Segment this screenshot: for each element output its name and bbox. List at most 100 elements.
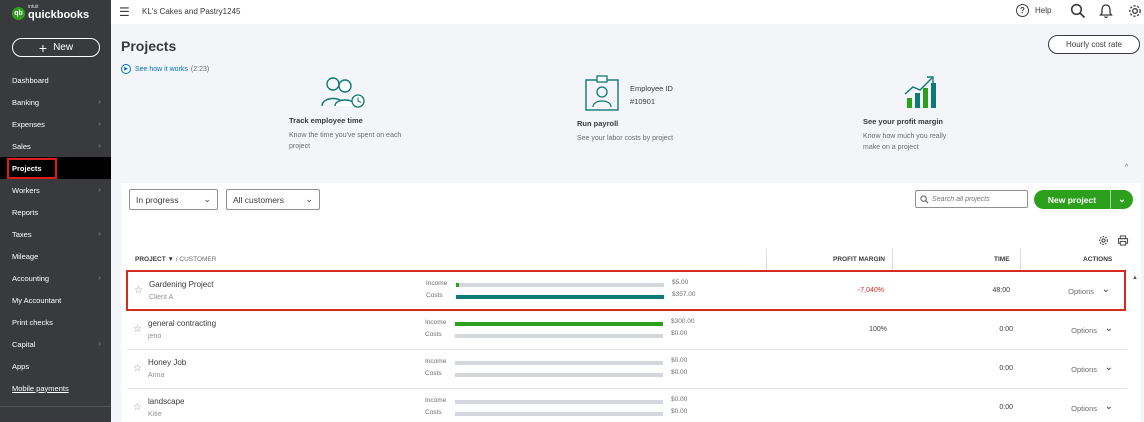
income-label: Income (426, 280, 448, 287)
projects-panel: In progress ⌄ All customers ⌄ New projec… (121, 183, 1141, 422)
see-how-it-works-link[interactable]: ▶ See how it works (2:23) (121, 64, 209, 74)
sidebar-item-reports[interactable]: Reports (0, 201, 111, 223)
costs-label: Costs (425, 409, 442, 416)
costs-amount: $0.00 (671, 369, 688, 376)
scroll-up-icon[interactable]: ▲ (1132, 275, 1138, 281)
header-profit-margin[interactable]: PROFIT MARGIN (833, 256, 885, 263)
income-bar (455, 322, 663, 326)
sidebar-item-accounting[interactable]: Accounting › (0, 267, 111, 289)
highlight-box (7, 158, 57, 179)
costs-amount: $0.00 (671, 330, 688, 337)
customer-filter[interactable]: All customers ⌄ (226, 189, 320, 210)
project-name[interactable]: general contracting (148, 319, 216, 328)
feature-title-time: Track employee time (289, 116, 363, 125)
new-button-label: New (53, 42, 74, 53)
feature-title-profit: See your profit margin (863, 117, 944, 126)
sidebar-item-my-accountant[interactable]: My Accountant (0, 289, 111, 311)
chevron-down-icon[interactable]: ⌄ (1105, 401, 1113, 412)
options-button[interactable]: Options (1068, 287, 1094, 296)
costs-label: Costs (425, 370, 442, 377)
feature-desc-profit: Know how much you really make on a proje… (863, 133, 947, 151)
gear-icon[interactable] (1127, 3, 1143, 19)
header-time[interactable]: TIME (994, 256, 1010, 263)
search-icon[interactable] (1070, 3, 1086, 19)
hourly-cost-rate-button[interactable]: Hourly cost rate (1048, 35, 1140, 54)
logo-mark: qb (12, 6, 25, 20)
project-name[interactable]: Gardening Project (149, 280, 213, 289)
feature-desc-payroll: See your labor costs by project (577, 135, 674, 142)
sidebar-item-apps[interactable]: Apps (0, 355, 111, 377)
sidebar-item-label: My Accountant (12, 295, 62, 305)
sidebar-item-label: Sales (12, 141, 31, 151)
help-button[interactable]: ? Help (1016, 4, 1051, 17)
star-icon[interactable]: ☆ (133, 402, 142, 413)
sidebar-item-label: Apps (12, 361, 30, 371)
feature-title-payroll: Run payroll (577, 119, 619, 128)
sidebar-item-sales[interactable]: Sales › (0, 135, 111, 157)
feature-desc-time: Know the time you've spent on each proje… (289, 132, 402, 150)
profit-chart-icon (904, 76, 936, 108)
collapse-icon[interactable]: ^ (1125, 164, 1128, 171)
costs-label: Costs (425, 331, 442, 338)
settings-gear-icon[interactable] (1098, 235, 1109, 246)
options-button[interactable]: Options (1071, 365, 1097, 374)
table-row[interactable]: ☆ landscape Kitie Income Costs $0.00 $0.… (127, 389, 1127, 422)
plus-icon: + (38, 39, 48, 56)
sidebar-item-mileage[interactable]: Mileage (0, 245, 111, 267)
star-icon[interactable]: ☆ (133, 324, 142, 335)
table-row[interactable]: ☆ Gardening Project Client A Income Cost… (126, 270, 1126, 311)
profit-margin: 100% (869, 326, 887, 333)
chevron-right-icon: › (98, 229, 101, 238)
sidebar-item-banking[interactable]: Banking › (0, 91, 111, 113)
sidebar-item-workers[interactable]: Workers › (0, 179, 111, 201)
project-name[interactable]: Honey Job (148, 358, 186, 367)
new-button[interactable]: + New (12, 38, 100, 57)
print-icon[interactable] (1117, 235, 1129, 246)
sidebar-item-capital[interactable]: Capital › (0, 333, 111, 355)
costs-bar-fill (456, 295, 664, 299)
sidebar-item-expenses[interactable]: Expenses › (0, 113, 111, 135)
chevron-right-icon: › (98, 141, 101, 150)
sidebar-item-mobile-payments[interactable]: Mobile payments (0, 377, 111, 399)
menu-icon[interactable]: ☰ (119, 5, 130, 19)
sidebar-item-label: Reports (12, 207, 39, 217)
sidebar-item-label: Mileage (12, 251, 39, 261)
chevron-down-icon[interactable]: ⌄ (1105, 323, 1113, 334)
table-scrollbar[interactable]: ▲ (1132, 275, 1139, 422)
intro-panel: ▶ See how it works (2:23) Track employee… (121, 60, 1137, 171)
chevron-down-icon[interactable]: ⌄ (1102, 284, 1110, 295)
table-row[interactable]: ☆ Honey Job Anna Income Costs $0.00 $0.0… (127, 350, 1127, 389)
chevron-down-icon[interactable]: ⌄ (1105, 362, 1113, 373)
options-button[interactable]: Options (1071, 326, 1097, 335)
search-projects-input[interactable] (932, 195, 1022, 203)
logo-name: quickbooks (28, 9, 90, 21)
chevron-down-icon: ⌄ (203, 194, 211, 204)
status-filter[interactable]: In progress ⌄ (129, 189, 218, 210)
income-bar (455, 361, 663, 365)
chevron-right-icon: › (98, 97, 101, 106)
project-name[interactable]: landscape (148, 397, 184, 406)
employee-id-value: #10901 (630, 97, 656, 106)
sidebar-item-dashboard[interactable]: Dashboard (0, 69, 111, 91)
income-amount: $300.00 (671, 318, 695, 325)
header-project[interactable]: PROJECT ▼ / CUSTOMER (135, 256, 216, 263)
chevron-down-icon[interactable]: ⌄ (1111, 194, 1133, 205)
bell-icon[interactable] (1099, 3, 1113, 19)
search-projects[interactable] (915, 190, 1028, 208)
sidebar-item-taxes[interactable]: Taxes › (0, 223, 111, 245)
income-bar-fill (455, 322, 663, 326)
sidebar-item-projects[interactable]: Projects (0, 157, 111, 179)
sidebar-item-label: Print checks (12, 317, 53, 327)
header-actions: ACTIONS (1083, 256, 1113, 263)
table-row[interactable]: ☆ general contracting jeno Income Costs … (127, 311, 1127, 350)
costs-amount: $0.00 (671, 408, 688, 415)
star-icon[interactable]: ☆ (134, 285, 143, 296)
new-project-button[interactable]: New project ⌄ (1034, 190, 1133, 209)
options-button[interactable]: Options (1071, 404, 1097, 413)
help-label: Help (1035, 6, 1052, 15)
star-icon[interactable]: ☆ (133, 363, 142, 374)
employee-time-icon (321, 77, 365, 108)
sidebar-item-print-checks[interactable]: Print checks (0, 311, 111, 333)
quickbooks-logo[interactable]: qb intuit quickbooks (12, 5, 89, 21)
top-bar: ☰ KL's Cakes and Pastry1245 ? Help (111, 0, 1144, 24)
